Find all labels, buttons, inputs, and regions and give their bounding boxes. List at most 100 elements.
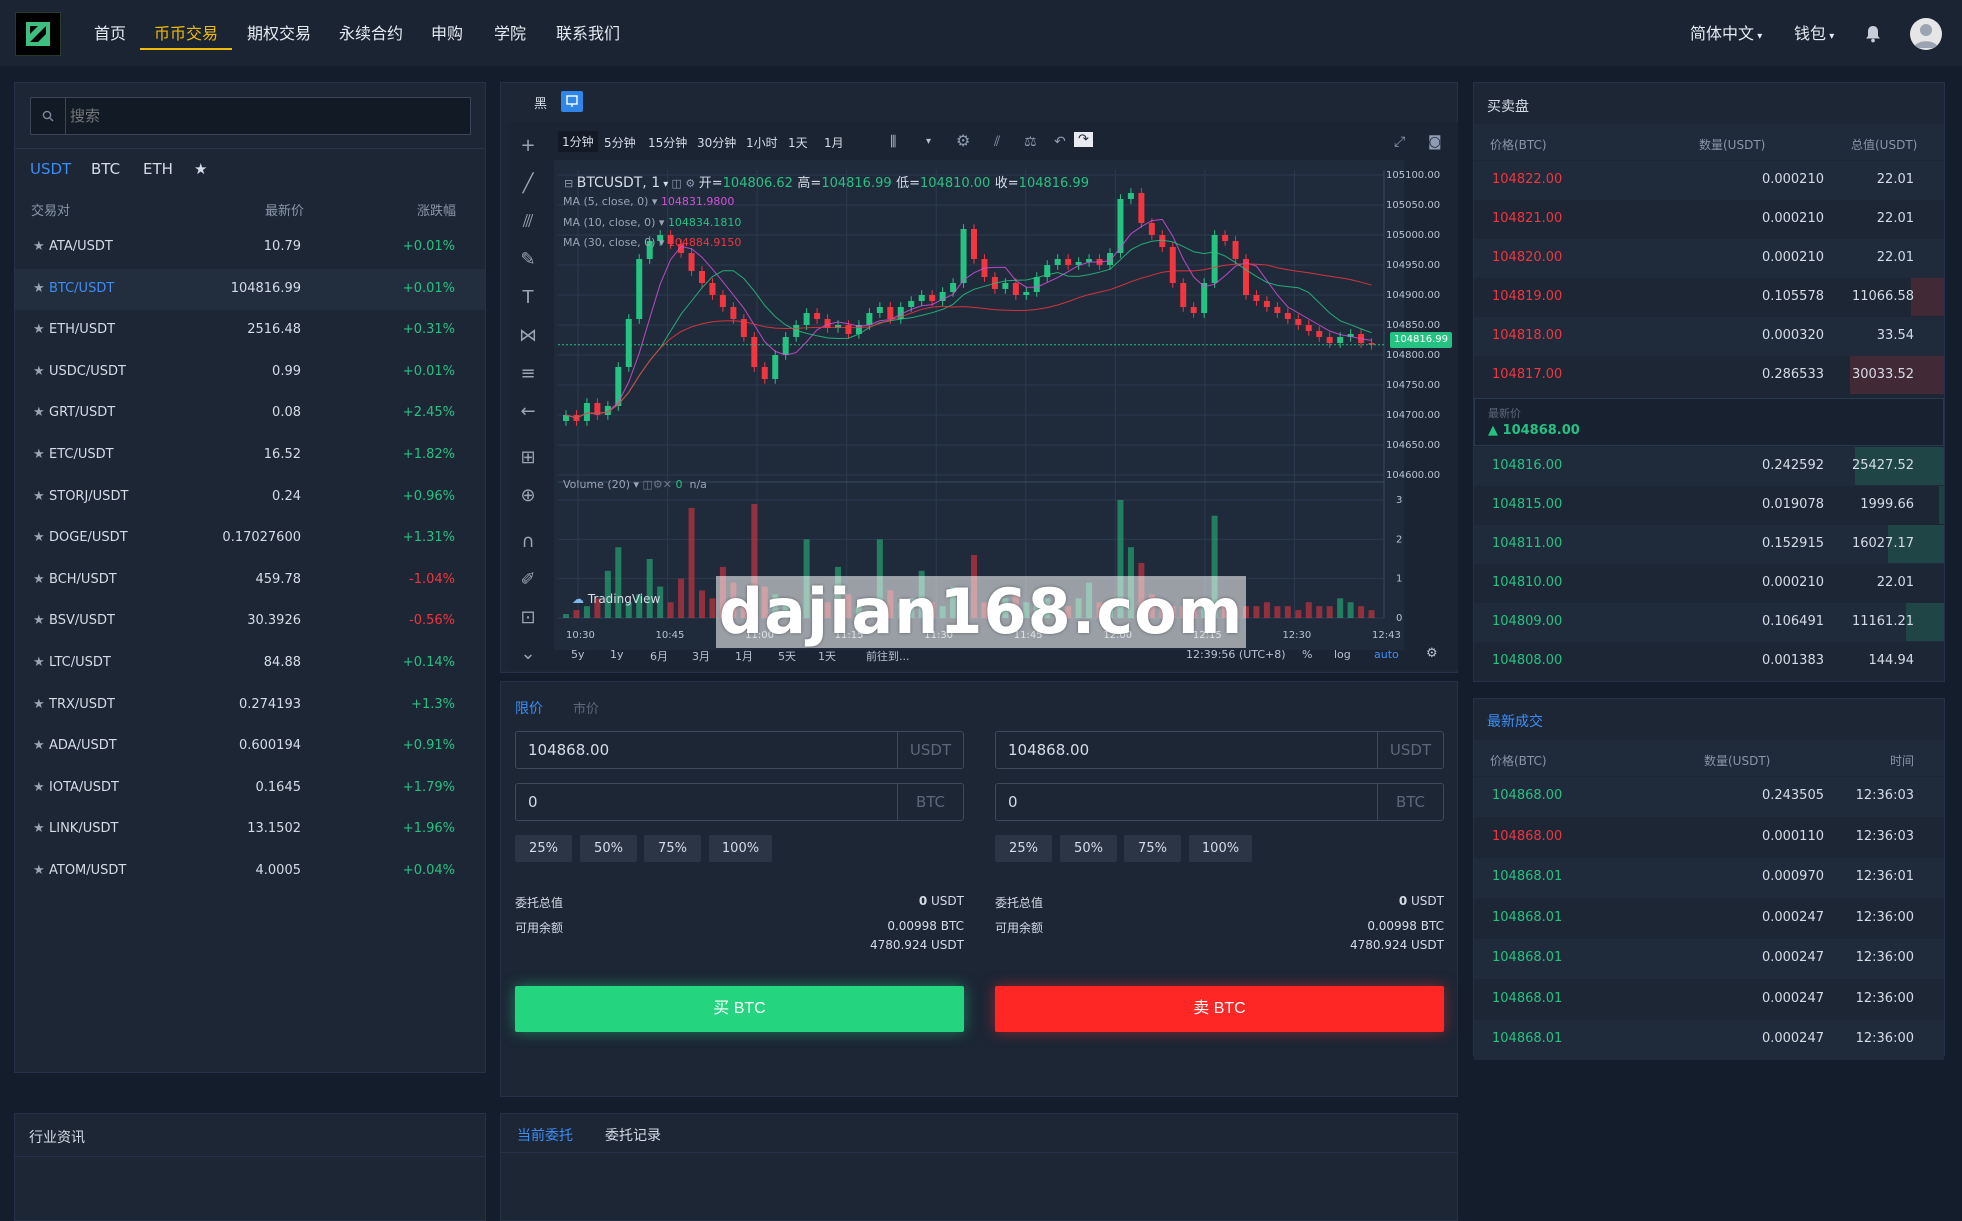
- star-icon[interactable]: ★: [33, 613, 45, 628]
- tab-current-orders[interactable]: 当前委托: [517, 1125, 573, 1145]
- chevron-down-icon[interactable]: ▾: [926, 136, 931, 147]
- settings-gear-icon[interactable]: ⚙: [956, 131, 970, 150]
- pattern-icon[interactable]: ⋈: [514, 322, 542, 350]
- indicators-icon[interactable]: ⫽: [994, 134, 1000, 150]
- market-row[interactable]: ★ TRX/USDT 0.274193 +1.3%: [15, 685, 485, 726]
- quote-tab-btc[interactable]: BTC: [91, 160, 120, 178]
- nav-options[interactable]: 期权交易: [247, 20, 311, 50]
- market-row[interactable]: ★ BTC/USDT 104816.99 +0.01%: [15, 268, 485, 310]
- star-icon[interactable]: ★: [33, 281, 45, 296]
- buy-percent-50[interactable]: 50%: [580, 835, 637, 862]
- ma5-legend[interactable]: MA (5, close, 0) ▾ 104831.9800: [563, 195, 734, 208]
- market-row[interactable]: ★ GRT/USDT 0.08 +2.45%: [15, 393, 485, 434]
- collapse-icon[interactable]: ⊟: [564, 177, 577, 190]
- tradingview-logo[interactable]: ☁ TradingView: [572, 592, 660, 606]
- star-icon[interactable]: ★: [33, 697, 45, 712]
- star-icon[interactable]: ★: [33, 738, 45, 753]
- fib-tool-icon[interactable]: ≡: [514, 360, 542, 388]
- tab-limit-order[interactable]: 限价: [515, 698, 543, 718]
- settings-gear-icon[interactable]: ⚙: [1426, 646, 1438, 661]
- market-row[interactable]: ★ ATA/USDT 10.79 +0.01%: [15, 227, 485, 268]
- market-row[interactable]: ★ STORJ/USDT 0.24 +0.96%: [15, 477, 485, 518]
- buy-percent-75[interactable]: 75%: [644, 835, 701, 862]
- camera-icon[interactable]: ◙: [1428, 134, 1442, 150]
- period-5d[interactable]: 5天: [778, 648, 796, 664]
- star-icon[interactable]: ★: [33, 322, 45, 337]
- market-row[interactable]: ★ ETC/USDT 16.52 +1.82%: [15, 435, 485, 476]
- ma10-legend[interactable]: MA (10, close, 0) ▾ 104834.1810: [563, 216, 741, 229]
- bid-row[interactable]: 104809.00 0.106491 11161.21: [1474, 603, 1944, 642]
- period-5y[interactable]: 5y: [571, 648, 585, 661]
- star-icon[interactable]: ★: [33, 364, 45, 379]
- sell-amount-input[interactable]: 0 BTC: [995, 783, 1444, 821]
- timeframe-1h[interactable]: 1小时: [746, 134, 778, 151]
- market-row[interactable]: ★ LINK/USDT 13.1502 +1.96%: [15, 809, 485, 850]
- timeframe-15m[interactable]: 15分钟: [648, 134, 687, 151]
- sell-percent-50[interactable]: 50%: [1060, 835, 1117, 862]
- star-icon[interactable]: ★: [33, 821, 45, 836]
- ask-row[interactable]: 104818.00 0.000320 33.54: [1474, 317, 1944, 356]
- eye-icon[interactable]: ◫ ⚙: [672, 177, 699, 190]
- sell-button[interactable]: 卖 BTC: [995, 986, 1444, 1032]
- period-1m[interactable]: 1月: [735, 648, 753, 664]
- star-icon[interactable]: ★: [33, 655, 45, 670]
- nav-subscribe[interactable]: 申购: [431, 20, 463, 50]
- market-row[interactable]: ★ DOGE/USDT 0.17027600 +1.31%: [15, 518, 485, 559]
- scale-auto[interactable]: auto: [1374, 648, 1399, 661]
- star-icon[interactable]: ★: [33, 405, 45, 420]
- chevron-down-icon[interactable]: ▾: [660, 179, 671, 190]
- language-select[interactable]: 简体中文 ▾: [1690, 20, 1762, 44]
- period-1y[interactable]: 1y: [610, 648, 624, 661]
- magnet-icon[interactable]: ∩: [514, 528, 542, 556]
- timeframe-30m[interactable]: 30分钟: [697, 134, 736, 151]
- star-icon[interactable]: ★: [33, 489, 45, 504]
- ask-row[interactable]: 104817.00 0.286533 30033.52: [1474, 356, 1944, 395]
- nav-spot-trading[interactable]: 币币交易: [140, 20, 232, 50]
- market-row[interactable]: ★ IOTA/USDT 0.1645 +1.79%: [15, 768, 485, 809]
- period-1d[interactable]: 1天: [818, 648, 836, 664]
- fullscreen-icon[interactable]: ⤢: [1394, 134, 1405, 150]
- timeframe-1m[interactable]: 1分钟: [558, 131, 598, 152]
- star-icon[interactable]: ★: [33, 780, 45, 795]
- buy-price-input[interactable]: 104868.00 USDT: [515, 731, 964, 769]
- market-row[interactable]: ★ LTC/USDT 84.88 +0.14%: [15, 643, 485, 684]
- star-icon[interactable]: ★: [33, 447, 45, 462]
- ask-row[interactable]: 104820.00 0.000210 22.01: [1474, 239, 1944, 278]
- tab-market-order[interactable]: 市价: [573, 698, 599, 717]
- star-icon[interactable]: ★: [33, 239, 45, 254]
- tab-order-history[interactable]: 委托记录: [605, 1125, 661, 1145]
- candle-style-icon[interactable]: ⫼: [890, 134, 896, 150]
- nav-home[interactable]: 首页: [94, 20, 126, 50]
- chevron-down-icon[interactable]: ⌄: [514, 640, 542, 668]
- quote-tab-usdt[interactable]: USDT: [30, 160, 71, 178]
- zoom-in-icon[interactable]: ⊕: [514, 482, 542, 510]
- timeframe-1mo[interactable]: 1月: [824, 134, 844, 151]
- ask-row[interactable]: 104821.00 0.000210 22.01: [1474, 200, 1944, 239]
- buy-percent-100[interactable]: 100%: [709, 835, 772, 862]
- wallet-menu[interactable]: 钱包 ▾: [1794, 20, 1834, 44]
- nav-contact[interactable]: 联系我们: [556, 20, 620, 50]
- bid-row[interactable]: 104815.00 0.019078 1999.66: [1474, 486, 1944, 525]
- bid-row[interactable]: 104810.00 0.000210 22.01: [1474, 564, 1944, 603]
- nav-academy[interactable]: 学院: [494, 20, 526, 50]
- trend-line-icon[interactable]: ╱: [514, 170, 542, 198]
- ask-row[interactable]: 104822.00 0.000210 22.01: [1474, 161, 1944, 200]
- measure-icon[interactable]: ⊞: [514, 444, 542, 472]
- site-logo[interactable]: [15, 12, 61, 56]
- goto-date[interactable]: 前往到...: [866, 648, 910, 664]
- text-tool-icon[interactable]: T: [514, 284, 542, 312]
- market-row[interactable]: ★ USDC/USDT 0.99 +0.01%: [15, 352, 485, 393]
- scale-log[interactable]: log: [1334, 648, 1351, 661]
- undo-icon[interactable]: ↶: [1054, 134, 1066, 150]
- ask-row[interactable]: 104819.00 0.105578 11066.58: [1474, 278, 1944, 317]
- sell-percent-75[interactable]: 75%: [1124, 835, 1181, 862]
- bid-row[interactable]: 104808.00 0.001383 144.94: [1474, 642, 1944, 681]
- bell-icon[interactable]: [1865, 25, 1881, 47]
- quote-tab-favorites[interactable]: ★: [194, 160, 207, 178]
- star-icon[interactable]: ★: [33, 530, 45, 545]
- bid-row[interactable]: 104811.00 0.152915 16027.17: [1474, 525, 1944, 564]
- user-avatar[interactable]: [1910, 18, 1942, 50]
- brush-icon[interactable]: ✎: [514, 246, 542, 274]
- search-icon[interactable]: [30, 97, 66, 135]
- market-row[interactable]: ★ ETH/USDT 2516.48 +0.31%: [15, 310, 485, 351]
